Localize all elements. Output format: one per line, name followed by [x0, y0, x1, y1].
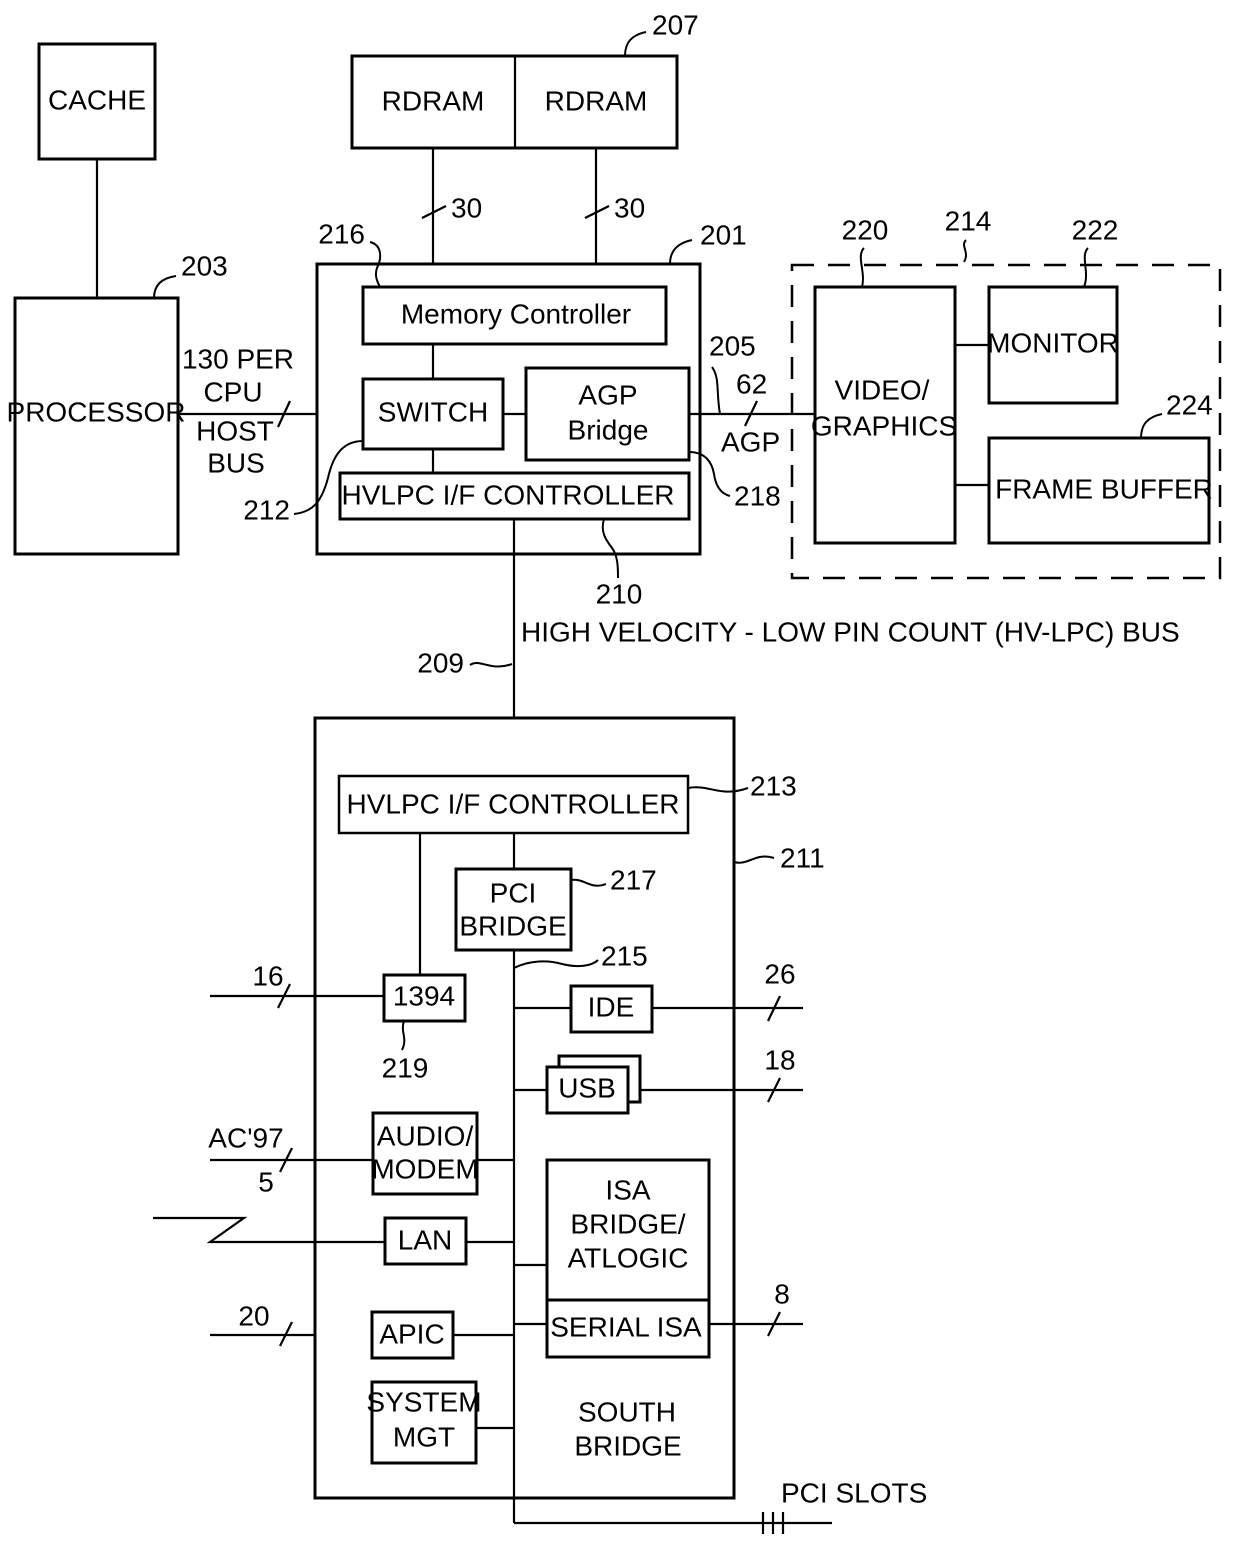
ref-219: 219	[382, 1052, 429, 1083]
ref-222-leader	[1083, 247, 1089, 288]
monitor-label: MONITOR	[987, 327, 1119, 358]
south-hvlpc-controller-label: HVLPC I/F CONTROLLER	[347, 788, 680, 819]
audio-modem-label-1: AUDIO/	[377, 1120, 474, 1151]
apic-label: APIC	[379, 1318, 444, 1349]
agp-bus-width: 62	[736, 368, 767, 399]
ref-222: 222	[1072, 214, 1119, 245]
ref-212: 212	[243, 494, 290, 525]
switch-label: SWITCH	[378, 396, 488, 427]
ref-203-leader	[153, 275, 177, 299]
ref-209-leader	[469, 662, 513, 668]
pci-bridge-label-1: PCI	[490, 877, 537, 908]
isa-bridge-label-2: BRIDGE/	[570, 1208, 685, 1239]
rdram-label-2: RDRAM	[545, 85, 648, 116]
agp-bridge-label-1: AGP	[578, 379, 637, 410]
ref-210: 210	[596, 578, 643, 609]
ref-217: 217	[610, 864, 657, 895]
south-bridge-label-1: SOUTH	[578, 1396, 676, 1427]
pci-bridge-label-2: BRIDGE	[459, 910, 566, 941]
ide-width: 26	[764, 958, 795, 989]
ref-203: 203	[181, 250, 228, 281]
ref-218: 218	[734, 480, 781, 511]
serial-isa-width: 8	[774, 1278, 790, 1309]
system-block-diagram: CACHE PROCESSOR 203 130 PER CPU HOST BUS…	[7, 9, 1222, 1534]
ref-220-leader	[859, 247, 865, 288]
ref-207: 207	[652, 9, 699, 40]
host-bus-label-3: HOST	[196, 415, 274, 446]
isa-bridge-label-3: ATLOGIC	[568, 1242, 689, 1273]
system-mgt-label-1: SYSTEM	[366, 1386, 481, 1417]
south-bridge-label-2: BRIDGE	[574, 1430, 681, 1461]
processor-block: PROCESSOR	[7, 296, 186, 556]
apic-width: 20	[238, 1300, 269, 1331]
audio-modem-label-2: MODEM	[371, 1153, 478, 1184]
rdram-label-1: RDRAM	[382, 85, 485, 116]
ref-213: 213	[750, 770, 797, 801]
pci-slots-label: PCI SLOTS	[781, 1477, 927, 1508]
ieee1394-width: 16	[252, 960, 283, 991]
isa-bridge-label-1: ISA	[605, 1174, 650, 1205]
ref-214: 214	[945, 205, 992, 236]
ide-label: IDE	[588, 991, 635, 1022]
agp-bridge-label-2: Bridge	[568, 414, 649, 445]
north-hvlpc-controller-label: HVLPC I/F CONTROLLER	[342, 479, 675, 510]
system-mgt-label-2: MGT	[393, 1421, 455, 1452]
serial-isa-label: SERIAL ISA	[550, 1311, 702, 1342]
lan-label: LAN	[398, 1224, 452, 1255]
memory-controller-label: Memory Controller	[401, 298, 631, 329]
ref-201-leader	[669, 239, 693, 265]
ref-211: 211	[780, 842, 825, 873]
hvlpc-bus-label: HIGH VELOCITY - LOW PIN COUNT (HV-LPC) B…	[521, 616, 1180, 647]
ref-224: 224	[1166, 389, 1213, 420]
ref-224-leader	[1140, 413, 1163, 439]
video-graphics-label-1: VIDEO/	[835, 374, 930, 405]
ref-220: 220	[842, 214, 889, 245]
frame-buffer-label: FRAME BUFFER	[995, 473, 1213, 504]
ref-205-leader	[711, 366, 721, 415]
ref-214-leader	[963, 239, 967, 263]
processor-label: PROCESSOR	[7, 396, 186, 427]
usb-label: USB	[558, 1072, 616, 1103]
cache-block: CACHE	[37, 42, 157, 161]
ref-211-leader	[733, 855, 775, 864]
ref-216: 216	[318, 218, 365, 249]
cache-label: CACHE	[48, 84, 146, 115]
ac97-label: AC'97	[208, 1122, 283, 1153]
host-bus-label-4: BUS	[207, 447, 265, 478]
video-graphics-label-2: GRAPHICS	[811, 410, 957, 441]
ref-215: 215	[601, 940, 648, 971]
ref-209: 209	[417, 647, 464, 678]
host-bus-label-2: CPU	[203, 376, 262, 407]
ref-207-leader	[624, 31, 647, 57]
rdram-module: RDRAM RDRAM	[350, 54, 679, 150]
agp-bus-label: AGP	[721, 426, 780, 457]
ac97-width: 5	[258, 1166, 274, 1197]
rdram-bus-2-width: 30	[614, 192, 645, 223]
rdram-bus-1-width: 30	[451, 192, 482, 223]
ref-205: 205	[709, 330, 756, 361]
ieee1394-label: 1394	[393, 980, 455, 1011]
host-bus-label-1: 130 PER	[182, 343, 294, 374]
usb-width: 18	[764, 1044, 795, 1075]
ref-201: 201	[700, 219, 747, 250]
